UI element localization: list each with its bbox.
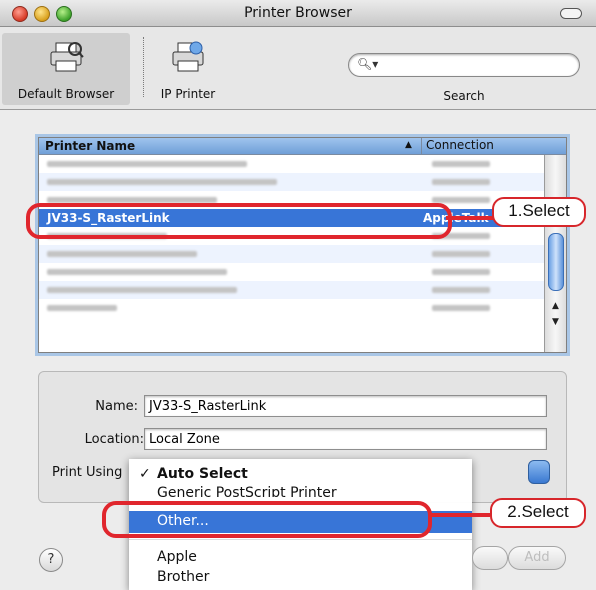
scroll-up-arrow-icon[interactable]: ▲ [545, 301, 566, 317]
search-icon: 🔍︎▾ [357, 57, 379, 71]
printer-row[interactable] [39, 299, 544, 317]
add-button[interactable]: Add [508, 546, 566, 570]
scroll-down-arrow-icon[interactable]: ▼ [545, 317, 566, 333]
search-field[interactable]: 🔍︎▾ [348, 53, 580, 77]
print-using-label: Print Using [52, 465, 123, 480]
location-label: Location: [84, 432, 144, 447]
callout-step2: 2.Select [490, 498, 586, 528]
toolbar: Default Browser IP Printer 🔍︎▾ Search [0, 27, 596, 110]
printer-row[interactable] [39, 245, 544, 263]
menu-separator [129, 539, 472, 540]
name-label: Name: [95, 399, 138, 414]
ip-printer-label: IP Printer [160, 87, 216, 101]
checkmark-icon: ✓ [139, 466, 151, 482]
toolbar-separator [143, 37, 144, 97]
help-button[interactable]: ? [39, 548, 63, 572]
callout-leader-step1 [446, 216, 494, 220]
more-printers-button[interactable] [472, 546, 508, 570]
menu-item-auto-select[interactable]: Auto Select [157, 466, 248, 482]
printer-row[interactable] [39, 173, 544, 191]
highlight-ring-step1 [26, 203, 452, 239]
location-field[interactable]: Local Zone [144, 428, 547, 450]
ip-printer-button[interactable]: IP Printer [148, 33, 228, 105]
printer-browser-window: Printer Browser Default Browser IP Print… [0, 0, 596, 590]
printer-row[interactable] [39, 281, 544, 299]
callout-leader-step2 [428, 513, 490, 517]
name-field[interactable]: JV33-S_RasterLink [144, 395, 547, 417]
menu-item-generic-postscript[interactable]: Generic PostScript Printer [157, 485, 337, 497]
default-browser-label: Default Browser [17, 87, 115, 101]
printer-icon [50, 42, 84, 72]
highlight-ring-step2 [102, 501, 432, 538]
menu-item-apple[interactable]: Apple [157, 549, 197, 565]
ip-printer-icon [172, 41, 204, 72]
title-bar: Printer Browser [0, 0, 596, 27]
printer-row[interactable] [39, 263, 544, 281]
callout-step1: 1.Select [492, 197, 586, 227]
search-label: Search [443, 89, 485, 103]
printer-list: Printer Name ▲ Connection JV33-S_RasterL… [38, 137, 567, 353]
scrollbar-thumb[interactable] [548, 233, 564, 291]
menu-item-brother[interactable]: Brother [157, 569, 209, 585]
window-title: Printer Browser [244, 5, 352, 21]
list-header: Printer Name ▲ Connection [39, 138, 566, 155]
toolbar-toggle-button[interactable] [560, 8, 582, 19]
list-scrollbar[interactable]: ▲ ▼ [544, 155, 566, 352]
default-browser-button[interactable]: Default Browser [2, 33, 130, 105]
column-printer-name[interactable]: Printer Name [45, 139, 135, 153]
column-connection[interactable]: Connection [421, 138, 541, 154]
print-using-popup-button[interactable] [528, 460, 550, 484]
sort-ascending-icon: ▲ [405, 140, 412, 150]
printer-row[interactable] [39, 155, 544, 173]
